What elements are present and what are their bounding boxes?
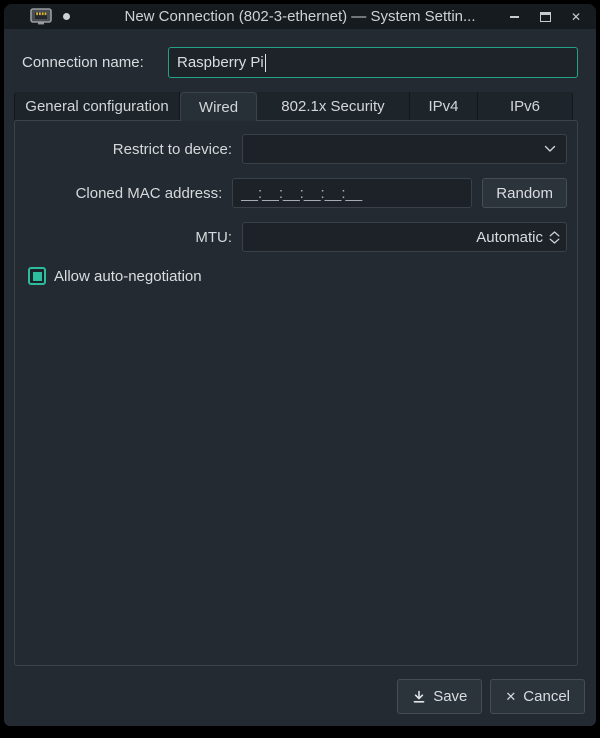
- close-button[interactable]: ✕: [569, 10, 583, 24]
- spinbox-arrows[interactable]: [549, 230, 560, 244]
- cloned-mac-value: __:__:__:__:__:__: [241, 184, 363, 202]
- titlebar-buttons: ✕: [507, 4, 583, 29]
- connection-name-label: Connection name:: [22, 54, 144, 71]
- maximize-button[interactable]: [538, 10, 552, 24]
- auto-negotiation-label: Allow auto-negotiation: [54, 267, 202, 285]
- tab-bar: General configuration Wired 802.1x Secur…: [14, 92, 596, 121]
- tab-general-configuration[interactable]: General configuration: [14, 92, 180, 120]
- cancel-button[interactable]: ✕ Cancel: [490, 679, 585, 714]
- cancel-icon: ✕: [505, 688, 517, 704]
- mtu-value: Automatic: [476, 228, 543, 246]
- cancel-label: Cancel: [523, 688, 570, 705]
- restrict-to-device-row: Restrict to device:: [15, 134, 567, 164]
- chevron-down-icon: [549, 238, 560, 244]
- mtu-label: MTU:: [195, 228, 232, 246]
- chevron-up-icon: [549, 230, 560, 236]
- pin-dot-icon: [63, 13, 70, 20]
- auto-negotiation-row: Allow auto-negotiation: [28, 266, 577, 286]
- tab-8021x-security[interactable]: 802.1x Security: [257, 92, 410, 120]
- settings-window: New Connection (802-3-ethernet) — System…: [4, 4, 596, 726]
- wired-tab-panel: Restrict to device: Cloned MAC address:: [14, 120, 578, 666]
- wired-form: Restrict to device: Cloned MAC address:: [15, 121, 577, 286]
- cloned-mac-label: Cloned MAC address:: [75, 184, 223, 202]
- titlebar[interactable]: New Connection (802-3-ethernet) — System…: [4, 4, 596, 29]
- connection-name-input[interactable]: Raspberry Pi: [168, 47, 578, 78]
- tab-ipv6[interactable]: IPv6: [478, 92, 573, 120]
- connection-name-row: Connection name: Raspberry Pi: [22, 47, 578, 78]
- cloned-mac-row: Cloned MAC address: __:__:__:__:__:__ Ra…: [15, 178, 567, 208]
- save-label: Save: [433, 688, 468, 705]
- dialog-footer: Save ✕ Cancel: [397, 679, 585, 714]
- save-icon: [412, 690, 426, 704]
- maximize-icon: [539, 11, 551, 22]
- checkbox-checked-mark: [32, 271, 42, 281]
- connection-name-value: Raspberry Pi: [177, 54, 264, 71]
- cloned-mac-input[interactable]: __:__:__:__:__:__: [232, 178, 473, 208]
- text-cursor: [264, 53, 267, 72]
- titlebar-left: [30, 4, 70, 29]
- mtu-spinbox[interactable]: Automatic: [242, 222, 567, 252]
- mtu-row: MTU: Automatic: [15, 222, 567, 252]
- restrict-to-device-combobox[interactable]: [242, 134, 567, 164]
- restrict-to-device-label: Restrict to device:: [112, 140, 232, 158]
- random-mac-button[interactable]: Random: [482, 178, 567, 208]
- random-mac-label: Random: [496, 184, 553, 202]
- tab-ipv4[interactable]: IPv4: [410, 92, 478, 120]
- auto-negotiation-checkbox[interactable]: [28, 267, 46, 285]
- ethernet-app-icon: [30, 8, 52, 25]
- screenshot-root: New Connection (802-3-ethernet) — System…: [0, 0, 600, 738]
- minimize-button[interactable]: [507, 10, 521, 24]
- close-icon: ✕: [570, 9, 582, 24]
- save-button[interactable]: Save: [397, 679, 483, 714]
- tab-wired[interactable]: Wired: [180, 92, 257, 121]
- chevron-down-icon: [544, 145, 556, 153]
- minimize-icon: [509, 15, 519, 18]
